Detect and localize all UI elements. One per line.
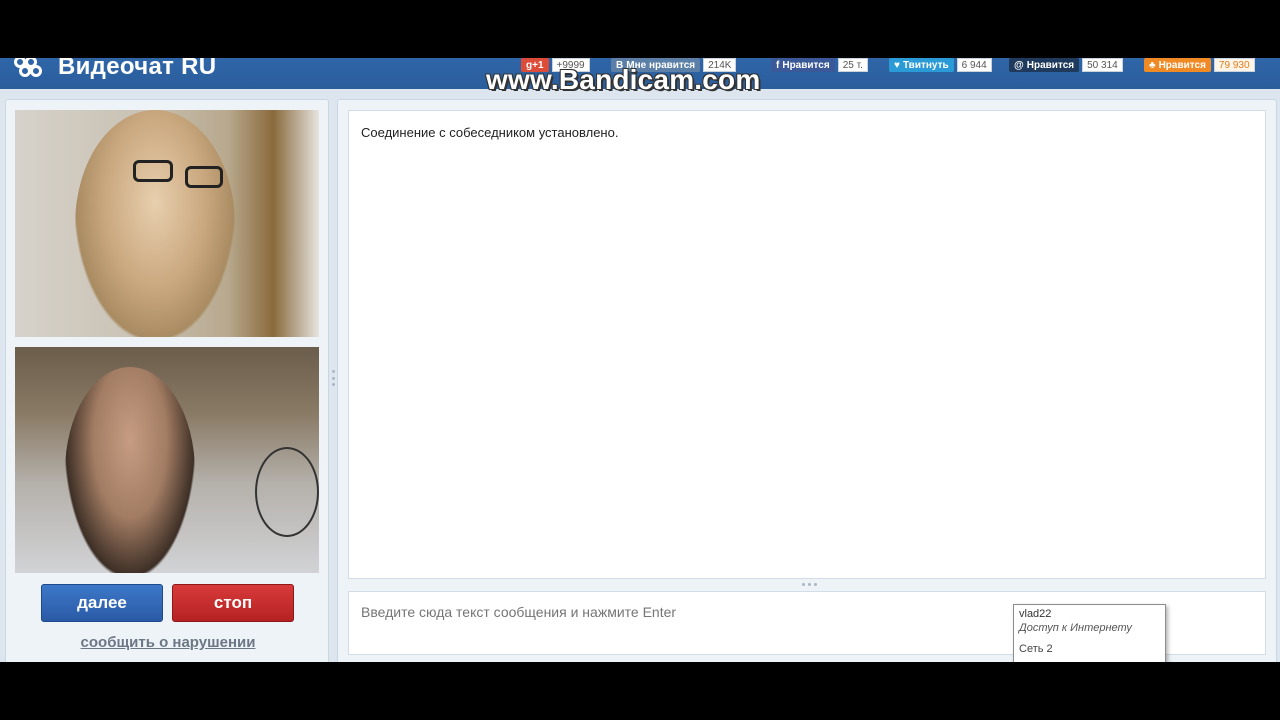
social-facebook[interactable]: f Нравится 25 т. — [771, 58, 868, 73]
app-window: Видеочат RU g+1 +9999 В Мне нравится 214K… — [0, 58, 1280, 662]
mailru-at-icon: @ — [1014, 59, 1024, 71]
glasses-right-lens — [185, 166, 223, 188]
twitter-bird-icon: ♥ — [894, 59, 900, 71]
screen: Видеочат RU g+1 +9999 В Мне нравится 214K… — [0, 0, 1280, 720]
connection-status-message: Соединение с собеседником установлено. — [361, 125, 619, 140]
tooltip-network: Сеть 2 — [1019, 643, 1053, 655]
video-panel: далее стоп сообщить о нарушении — [5, 99, 329, 662]
chat-panel: Соединение с собеседником установлено. — [337, 99, 1277, 662]
logo-icon — [14, 58, 48, 80]
logo-text: Видеочат RU — [58, 58, 217, 80]
tweet-button[interactable]: ♥ Твитнуть — [889, 58, 954, 72]
facebook-like-count: 25 т. — [837, 58, 868, 72]
facebook-like-button[interactable]: f Нравится — [771, 58, 835, 72]
glasses-left-lens — [133, 160, 173, 182]
stop-button[interactable]: стоп — [172, 584, 294, 622]
social-twitter[interactable]: ♥ Твитнуть 6 944 — [889, 58, 992, 73]
bandicam-watermark: www.Bandicam.com — [486, 64, 761, 95]
report-violation-link[interactable]: сообщить о нарушении — [6, 634, 330, 651]
remote-video — [15, 110, 319, 337]
ok-like-count: 79 930 — [1213, 58, 1255, 72]
tooltip-user: vlad22 — [1019, 608, 1052, 620]
mailru-like-count: 50 314 — [1082, 58, 1123, 72]
tweet-count: 6 944 — [956, 58, 992, 72]
fan-shape — [255, 447, 319, 537]
social-odnoklassniki[interactable]: ♣ Нравится 79 930 — [1144, 58, 1255, 73]
local-person-figure — [65, 367, 195, 573]
vertical-splitter-handle[interactable] — [331, 370, 335, 386]
ok-icon: ♣ — [1149, 59, 1156, 71]
network-tooltip: vlad22 Доступ к Интернету Сеть 2 — [1013, 604, 1166, 662]
facebook-icon: f — [776, 59, 780, 71]
horizontal-splitter-handle[interactable] — [802, 583, 817, 586]
ok-like-button[interactable]: ♣ Нравится — [1144, 58, 1211, 72]
local-video — [15, 347, 319, 573]
tweet-label: Твитнуть — [902, 59, 949, 71]
facebook-like-label: Нравится — [782, 59, 830, 71]
mailru-like-button[interactable]: @ Нравится — [1009, 58, 1080, 72]
mailru-like-label: Нравится — [1026, 59, 1075, 71]
letterbox-bottom — [0, 662, 1280, 720]
remote-person-figure — [75, 110, 235, 337]
social-mailru[interactable]: @ Нравится 50 314 — [1009, 58, 1123, 73]
site-logo[interactable]: Видеочат RU — [14, 58, 216, 82]
letterbox-top — [0, 0, 1280, 58]
next-button[interactable]: далее — [41, 584, 163, 622]
ok-like-label: Нравится — [1158, 59, 1206, 71]
tooltip-access: Доступ к Интернету — [1019, 622, 1132, 634]
chat-log: Соединение с собеседником установлено. — [348, 110, 1266, 579]
